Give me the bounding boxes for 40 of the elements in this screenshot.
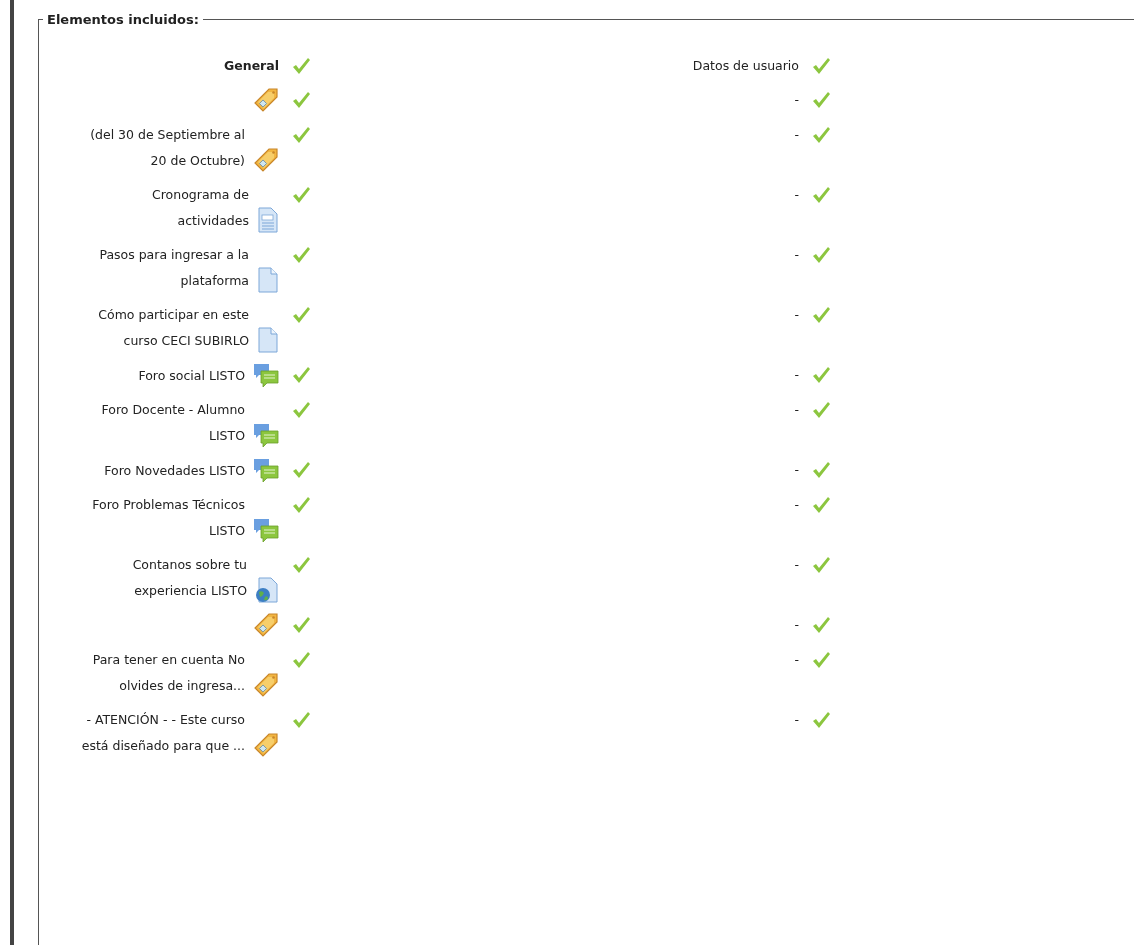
item-name: Contanos sobre tu experiencia LISTO (131, 556, 247, 600)
item-name: Para tener en cuenta No olvides de ingresa... (91, 651, 245, 695)
item-name: Foro social LISTO (138, 367, 245, 385)
chat-bubbles-icon (253, 422, 279, 448)
item-name: Foro Docente - Alumno LISTO (100, 401, 245, 445)
user-data-text: - (794, 462, 799, 477)
item-name: Foro Novedades LISTO (104, 462, 245, 480)
user-data-text: - (794, 557, 799, 572)
item-name: Foro Problemas Técnicos LISTO (91, 496, 245, 540)
tag-icon (253, 732, 279, 758)
item-name: Cronograma de actividades (151, 186, 249, 230)
tag-icon (253, 147, 279, 173)
user-data-text: - (794, 367, 799, 382)
user-data-text: - (794, 187, 799, 202)
item-name: - ATENCIÓN - - Este curso está diseñado para que ... (80, 711, 245, 755)
section-name: General (224, 57, 279, 75)
user-data-text: - (794, 127, 799, 142)
user-data-text: - (794, 497, 799, 512)
item-name: Pasos para ingresar a la plataforma (98, 246, 249, 290)
user-data-text: - (794, 307, 799, 322)
user-data-text: - (794, 617, 799, 632)
user-data-text: - (794, 92, 799, 107)
user-data-text: - (794, 247, 799, 262)
chat-bubbles-icon (253, 362, 279, 388)
item-name: Cómo participar en este curso CECI SUBIRLO (97, 306, 249, 350)
section-title: Elementos incluidos: (46, 12, 200, 27)
user-data-text: - (794, 712, 799, 727)
web-page-icon (255, 577, 279, 603)
tag-icon (253, 87, 279, 113)
user-data-text: - (794, 402, 799, 417)
tag-icon (253, 672, 279, 698)
item-name: (del 30 de Septiembre al 20 de Octubre) (89, 126, 245, 170)
chat-bubbles-icon (253, 517, 279, 543)
user-data-text: Datos de usuario (692, 58, 799, 73)
tag-icon (253, 612, 279, 638)
user-data-text: - (794, 652, 799, 667)
file-icon (257, 327, 279, 353)
chat-bubbles-icon (253, 457, 279, 483)
file-icon (257, 267, 279, 293)
document-icon (257, 207, 279, 233)
